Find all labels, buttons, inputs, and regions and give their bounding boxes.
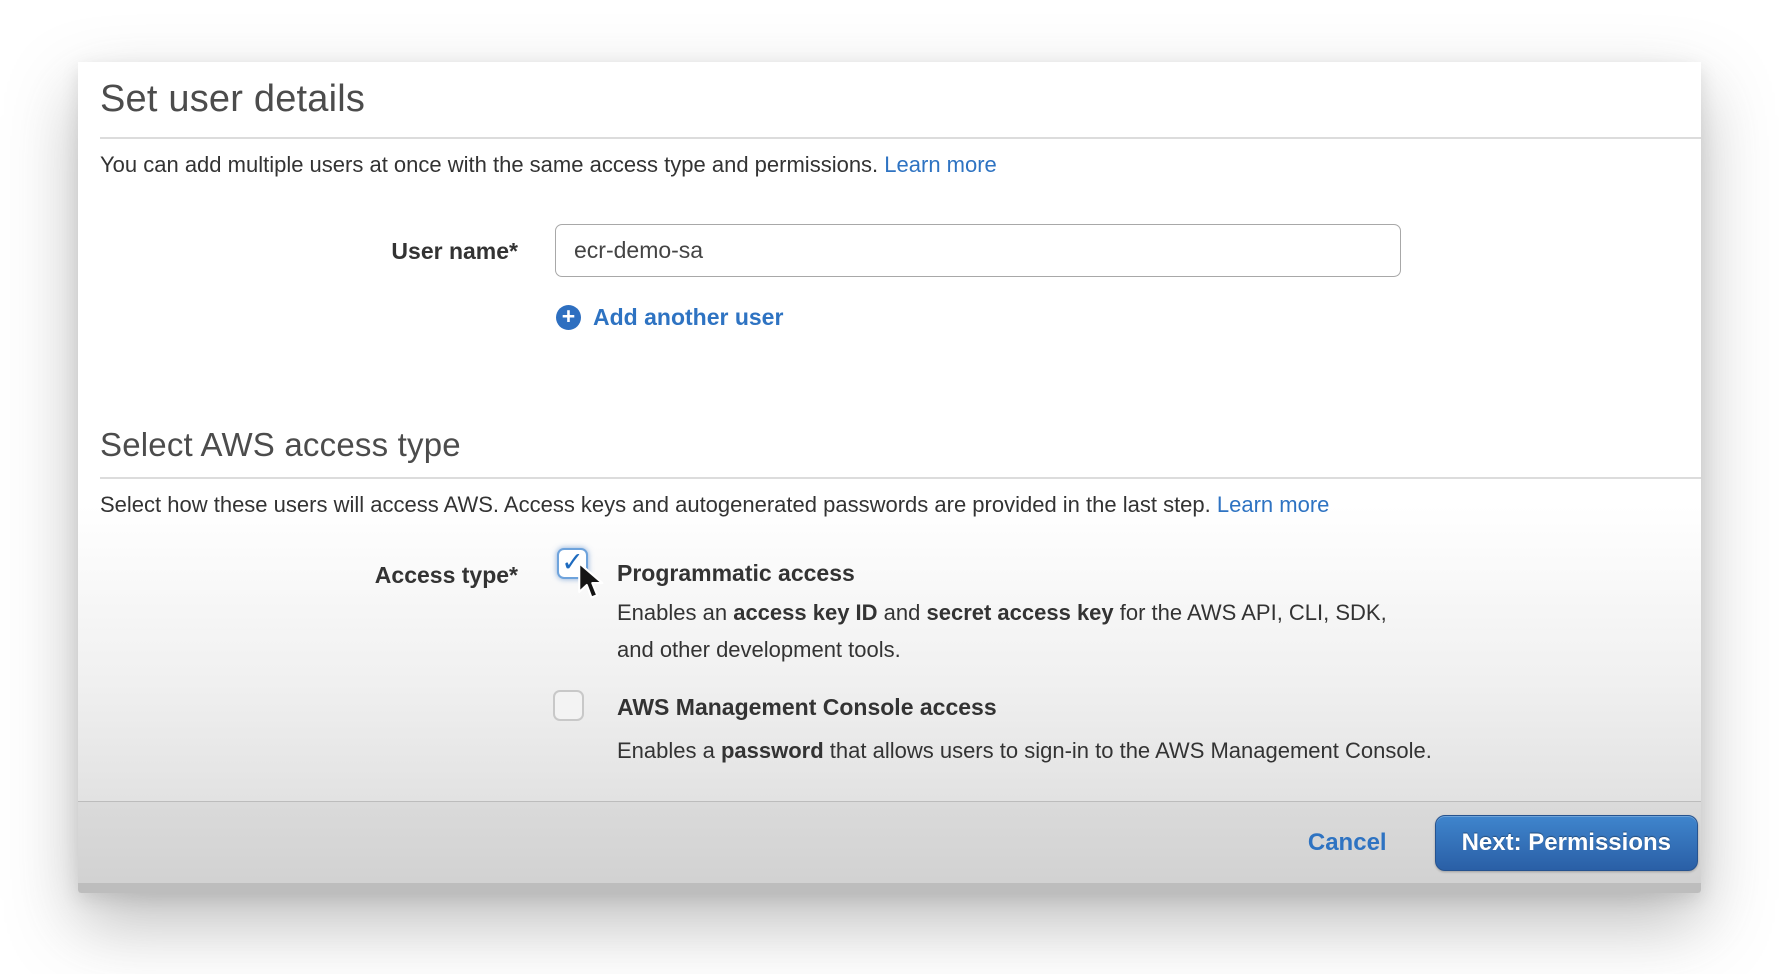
desc-bold: access key ID — [733, 600, 877, 625]
card-bottom-edge — [78, 883, 1701, 893]
access-type-section-title: Select AWS access type — [100, 426, 461, 464]
access-type-description: Select how these users will access AWS. … — [100, 492, 1329, 518]
desc-text: that allows users to sign-in to the AWS … — [824, 738, 1432, 763]
checkmark-icon: ✓ — [561, 549, 584, 576]
user-name-label: User name* — [78, 238, 518, 265]
programmatic-access-label[interactable]: Programmatic access — [617, 560, 855, 587]
plus-icon: + — [556, 305, 581, 330]
add-user-wizard-card: Set user details You can add multiple us… — [78, 62, 1701, 893]
desc-bold: secret access key — [926, 600, 1113, 625]
next-permissions-button[interactable]: Next: Permissions — [1435, 815, 1698, 871]
console-access-description: Enables a password that allows users to … — [617, 732, 1717, 769]
console-access-label[interactable]: AWS Management Console access — [617, 694, 997, 721]
programmatic-access-description: Enables an access key ID and secret acce… — [617, 594, 1417, 668]
learn-more-link-access-type[interactable]: Learn more — [1217, 492, 1330, 517]
desc-text: and — [878, 600, 927, 625]
access-type-description-text: Select how these users will access AWS. … — [100, 492, 1217, 517]
user-details-description: You can add multiple users at once with … — [100, 152, 997, 178]
user-name-input[interactable] — [555, 224, 1401, 277]
desc-text: Enables a — [617, 738, 721, 763]
console-access-checkbox[interactable] — [553, 690, 584, 721]
page-title: Set user details — [100, 78, 365, 121]
add-another-user-label: Add another user — [593, 304, 783, 331]
desc-text: Enables an — [617, 600, 733, 625]
section-divider — [100, 477, 1701, 479]
desc-bold: password — [721, 738, 824, 763]
learn-more-link-user-details[interactable]: Learn more — [884, 152, 997, 177]
access-type-label: Access type* — [78, 562, 518, 589]
wizard-content: Set user details You can add multiple us… — [78, 62, 1701, 801]
user-details-description-text: You can add multiple users at once with … — [100, 152, 884, 177]
add-another-user-button[interactable]: + Add another user — [556, 304, 783, 331]
section-divider — [100, 137, 1701, 139]
wizard-footer: Cancel Next: Permissions — [78, 801, 1701, 883]
programmatic-access-checkbox[interactable]: ✓ — [557, 548, 588, 579]
cancel-button[interactable]: Cancel — [1308, 829, 1387, 857]
